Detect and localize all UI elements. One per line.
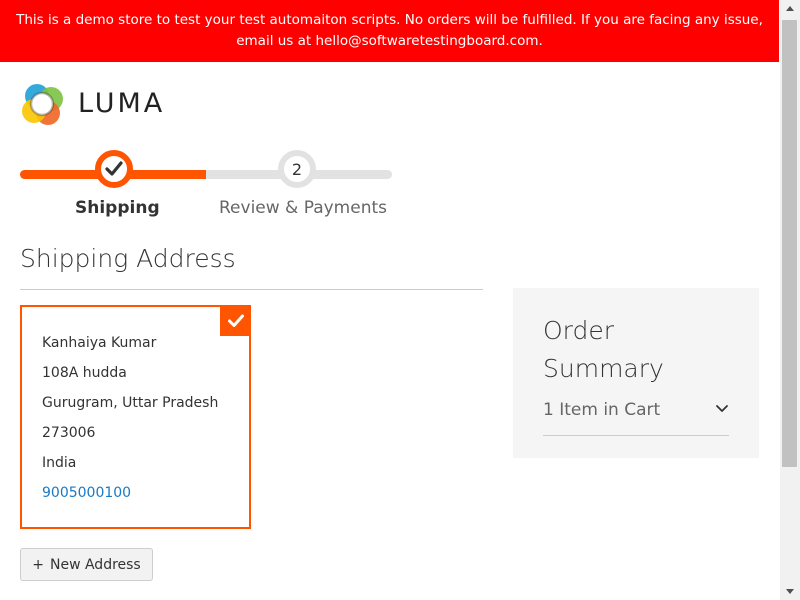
step-review-number: 2 [291,159,303,179]
shipping-address-card[interactable]: Kanhaiya Kumar 108A hudda Gurugram, Utta… [20,305,251,529]
luma-logo[interactable]: LUMA [20,82,170,128]
address-postcode: 273006 [42,425,96,441]
order-summary: Order Summary 1 Item in Cart [513,288,759,458]
step-review-label: Review & Payments [219,198,387,218]
check-icon [227,314,244,327]
vertical-scrollbar[interactable] [780,0,800,600]
address-street: 108A hudda [42,365,127,381]
step-shipping-indicator [95,150,133,188]
address-city-region: Gurugram, Uttar Pradesh [42,395,219,411]
address-name: Kanhaiya Kumar [42,335,157,351]
address-country: India [42,455,77,471]
check-icon [105,161,123,176]
scrollbar-thumb[interactable] [782,20,797,467]
address-phone-link[interactable]: 9005000100 [42,481,249,511]
scroll-down-arrow-icon[interactable] [780,583,800,600]
checkout-progress-bar: 2 Shipping Review & Payments [20,150,392,220]
chevron-down-icon [716,405,728,412]
new-address-button[interactable]: + New Address [20,548,153,581]
scroll-up-arrow-icon[interactable] [780,0,800,17]
order-summary-title: Order Summary [543,316,664,383]
plus-icon: + [32,556,44,573]
selected-address-badge [220,305,251,336]
items-in-cart-label: 1 Item in Cart [543,400,661,420]
luma-logo-text: LUMA [78,88,166,119]
new-address-label: New Address [49,556,141,573]
section-divider [20,289,483,290]
shipping-address-title: Shipping Address [20,244,236,273]
step-shipping-label: Shipping [75,198,160,218]
demo-store-notice: This is a demo store to test your test a… [0,0,779,62]
items-in-cart-toggle[interactable]: 1 Item in Cart [543,400,729,436]
demo-store-notice-text: This is a demo store to test your test a… [16,12,763,49]
luma-logo-icon [22,84,63,125]
step-review-indicator: 2 [278,150,316,188]
